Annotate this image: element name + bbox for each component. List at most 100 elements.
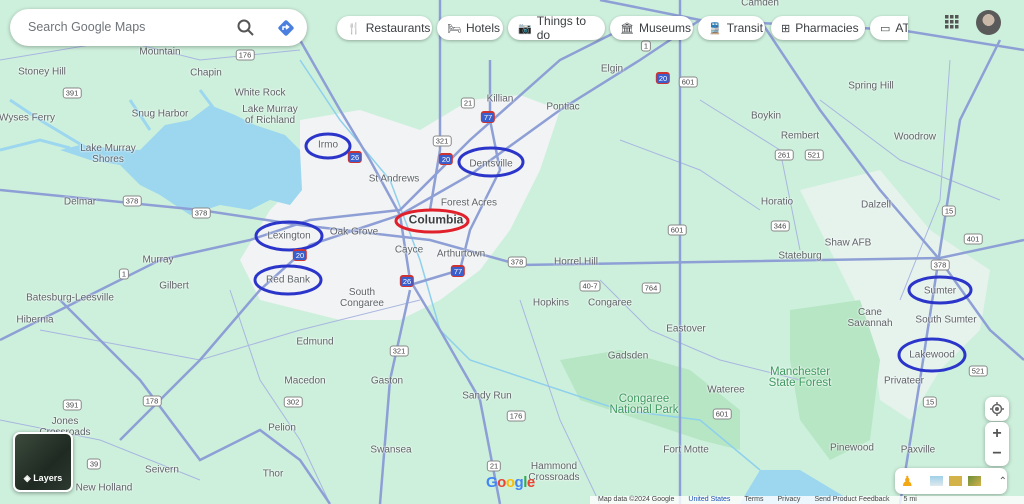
route-shield: 39 — [86, 458, 102, 470]
my-location-button[interactable] — [985, 397, 1009, 421]
place-label: White Rock — [234, 87, 286, 99]
place-label: St Andrews — [368, 173, 420, 185]
chip-label: Museums — [638, 21, 691, 35]
chip-pharmacies[interactable]: ⊞ Pharmacies — [771, 16, 865, 40]
route-shield: 20 — [438, 153, 454, 165]
place-label: Sandy Run — [462, 390, 512, 402]
route-shield: 378 — [191, 207, 211, 219]
route-shield: 176 — [235, 49, 255, 61]
route-shield: 391 — [62, 87, 82, 99]
map-canvas[interactable] — [0, 0, 1024, 504]
place-label: Pinewood — [830, 442, 874, 454]
place-label: Congaree — [588, 297, 632, 309]
chip-transit[interactable]: 🚆 Transit — [698, 16, 765, 40]
search-box[interactable]: Search Google Maps — [10, 9, 307, 46]
place-label: Elgin — [600, 63, 624, 75]
place-label-sumter: Sumter — [923, 285, 957, 297]
apps-grid-icon[interactable] — [945, 15, 959, 34]
place-label: Thor — [262, 468, 284, 480]
route-shield: 302 — [283, 396, 303, 408]
zoom-out-button[interactable]: − — [992, 444, 1001, 464]
place-label: Paxville — [900, 444, 936, 456]
place-label: Gaston — [370, 375, 404, 387]
expand-chevron-icon[interactable]: ⌃ — [999, 476, 1007, 487]
route-shield: 178 — [142, 395, 162, 407]
place-label: Hibernia — [16, 314, 54, 326]
scale-bar[interactable]: 5 mi — [904, 496, 917, 504]
account-avatar[interactable] — [976, 10, 1001, 35]
map-thumbnail-icon[interactable] — [929, 476, 943, 486]
chip-label: Things to do — [536, 14, 587, 42]
hotel-icon: 🛏 — [447, 22, 461, 35]
place-label: Mountain — [139, 46, 181, 58]
place-label: Killian — [486, 93, 514, 105]
route-shield: 261 — [774, 149, 794, 161]
map-data-text: Map data ©2024 Google — [598, 496, 675, 503]
place-label: Rembert — [780, 130, 820, 142]
place-label: Horrel Hill — [554, 256, 598, 268]
route-shield: 521 — [968, 365, 988, 377]
privacy-link[interactable]: Privacy — [777, 496, 800, 504]
place-label: Woodrow — [893, 131, 937, 143]
place-label: Congaree National Park — [609, 393, 679, 416]
send-feedback-link[interactable]: Send Product Feedback — [814, 496, 889, 504]
place-label: Batesburg-Leesville — [26, 292, 114, 304]
route-shield: 15 — [922, 396, 938, 408]
place-label: Fort Motte — [663, 444, 709, 456]
atm-icon: ▭ — [880, 22, 891, 35]
place-label: Oak Grove — [329, 226, 379, 238]
museum-icon: 🏛 — [620, 22, 634, 35]
satellite-thumbnail-icon[interactable] — [967, 476, 981, 486]
chip-label: Pharmacies — [795, 21, 859, 35]
place-label: Hopkins — [532, 297, 570, 309]
route-shield: 601 — [667, 224, 687, 236]
route-shield: 40-7 — [579, 280, 601, 292]
route-shield: 77 — [480, 111, 496, 123]
street-view-pegman-icon[interactable]: ♟ — [901, 473, 914, 490]
place-label: Lake Murray of Richland — [242, 104, 298, 126]
place-label: Camden — [741, 0, 779, 9]
route-shield: 1 — [640, 40, 652, 52]
zoom-in-button[interactable]: + — [992, 424, 1001, 444]
chip-museums[interactable]: 🏛 Museums — [610, 16, 693, 40]
layers-label: ◈ Layers — [23, 473, 63, 483]
place-label: Pontiac — [546, 101, 580, 113]
place-label: Dalzell — [860, 199, 892, 211]
route-shield: 378 — [507, 256, 527, 268]
search-input[interactable]: Search Google Maps — [28, 20, 145, 34]
place-label: New Holland — [75, 482, 133, 494]
place-label: Manchester State Forest — [768, 366, 832, 389]
chip-restaurants[interactable]: 🍴 Restaurants — [337, 16, 432, 40]
layers-button[interactable]: ◈ Layers — [13, 432, 73, 492]
country-link[interactable]: United States — [688, 496, 730, 504]
place-label: Spring Hill — [848, 80, 894, 92]
place-label-irmo: Irmo — [318, 139, 338, 151]
place-label: Wyses Ferry — [0, 112, 56, 124]
layers-text: Layers — [33, 473, 63, 483]
restaurant-icon: 🍴 — [347, 22, 361, 35]
terrain-thumbnail-icon[interactable] — [948, 476, 962, 486]
chip-things-to-do[interactable]: 📷 Things to do — [508, 14, 605, 42]
chip-atm[interactable]: ▭ ATM — [870, 16, 908, 40]
route-shield: 391 — [62, 399, 82, 411]
route-shield: 20 — [292, 249, 308, 261]
route-shield: 21 — [460, 97, 476, 109]
terms-link[interactable]: Terms — [744, 496, 763, 504]
directions-icon[interactable] — [276, 18, 296, 43]
search-icon[interactable] — [236, 18, 256, 43]
place-label: Cayce — [394, 244, 424, 256]
route-shield: 15 — [941, 205, 957, 217]
place-label: Forest Acres — [440, 197, 498, 209]
route-shield: 378 — [122, 195, 142, 207]
google-logo: Google — [486, 474, 535, 491]
place-label: Chapin — [190, 67, 222, 79]
map-bottom-toolbar: ♟ ⌃ — [895, 468, 1007, 494]
chip-label: Transit — [726, 21, 763, 35]
place-label-lakewood: Lakewood — [909, 349, 955, 361]
place-label: Stoney Hill — [18, 66, 66, 78]
place-label: Privateer — [883, 375, 925, 387]
place-label: Gadsden — [607, 350, 649, 362]
route-shield: 521 — [804, 149, 824, 161]
place-label: Horatio — [760, 196, 794, 208]
chip-hotels[interactable]: 🛏 Hotels — [437, 16, 503, 40]
